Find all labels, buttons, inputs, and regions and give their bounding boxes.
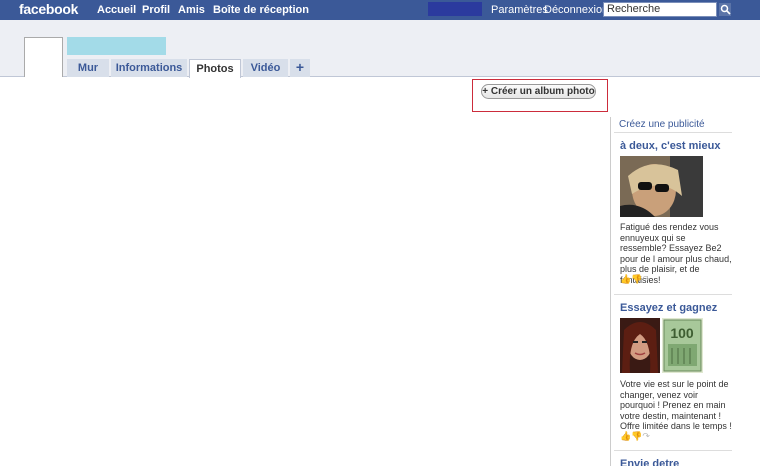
create-album-button[interactable]: + Créer un album photo — [481, 84, 596, 99]
facebook-logo[interactable]: facebook — [19, 1, 78, 17]
svg-text:100: 100 — [670, 325, 694, 341]
search-input[interactable]: Recherche — [603, 2, 717, 17]
tab-photos[interactable]: Photos — [189, 59, 241, 78]
ad-title[interactable]: Envie detre — [620, 458, 679, 466]
nav-profil[interactable]: Profil — [142, 4, 170, 16]
nav-amis[interactable]: Amis — [178, 4, 205, 16]
ad-title[interactable]: Essayez et gagnez — [620, 302, 717, 314]
search-button[interactable] — [718, 2, 732, 17]
ad-separator — [614, 450, 732, 451]
ad-like-icons[interactable]: 👍👎↷ — [620, 431, 650, 442]
create-ad-link[interactable]: Créez une publicité — [619, 119, 705, 130]
ad-separator — [614, 132, 732, 133]
nav-logout[interactable]: Déconnexion — [544, 4, 608, 16]
profile-name-redacted — [67, 37, 166, 55]
nav-accueil[interactable]: Accueil — [97, 4, 136, 16]
ad-image-woman-sunglasses[interactable] — [620, 156, 703, 217]
tab-mur[interactable]: Mur — [67, 59, 109, 77]
search-icon — [720, 4, 731, 15]
tab-video[interactable]: Vidéo — [243, 59, 288, 77]
ad-text: Votre vie est sur le point de changer, v… — [620, 379, 732, 431]
ad-image-woman-portrait[interactable] — [620, 318, 660, 373]
ad-image-banknote[interactable]: 100 — [662, 318, 703, 373]
ad-like-icons[interactable]: 👍👎↷ — [620, 274, 650, 285]
ad-title[interactable]: à deux, c'est mieux — [620, 140, 720, 152]
nav-settings[interactable]: Paramètres — [491, 4, 548, 16]
profile-avatar[interactable] — [24, 37, 63, 77]
user-name-redacted[interactable] — [428, 2, 482, 16]
tab-informations[interactable]: Informations — [111, 59, 187, 77]
nav-inbox[interactable]: Boîte de réception — [213, 4, 309, 16]
tab-add[interactable]: + — [290, 59, 310, 77]
ad-separator — [614, 294, 732, 295]
